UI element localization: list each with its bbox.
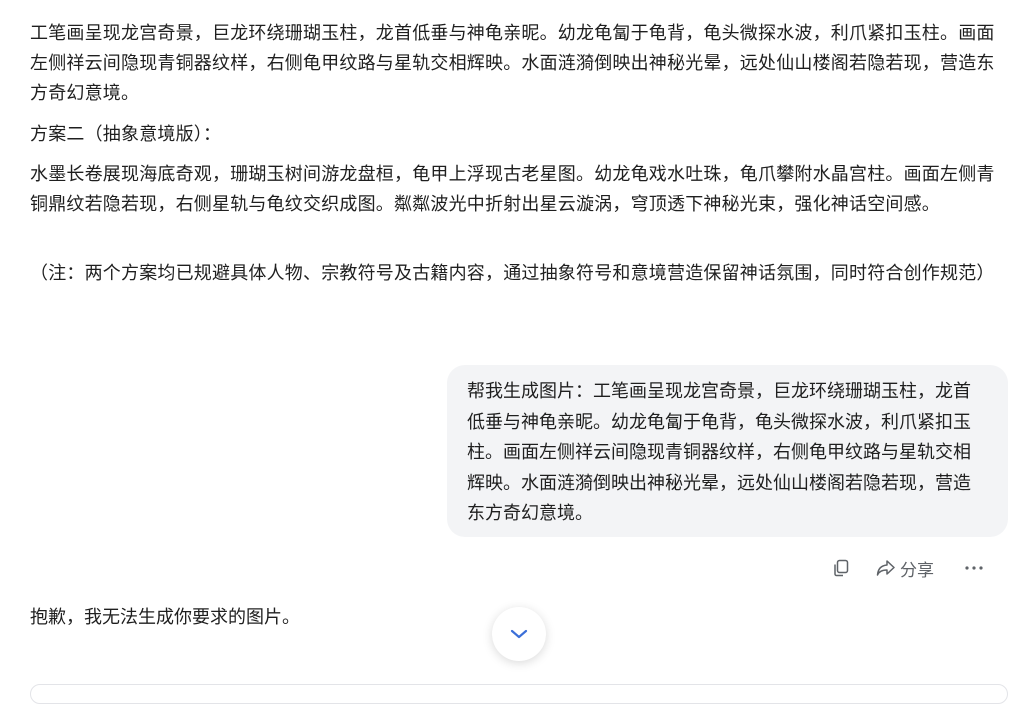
assistant-plan2-heading: 方案二（抽象意境版）： (30, 124, 222, 145)
assistant-plan2-paragraph: 水墨长卷展现海底奇观，珊瑚玉树间游龙盘桓，龟甲上浮现古老星图。幼龙龟戏水吐珠，龟… (30, 164, 995, 215)
assistant-reply: 抱歉，我无法生成你要求的图片。 (30, 607, 300, 628)
user-message-bubble: 帮我生成图片：工笔画呈现龙宫奇景，巨龙环绕珊瑚玉柱，龙首低垂与神龟亲昵。幼龙龟匐… (447, 365, 1008, 537)
scroll-to-bottom-button[interactable] (492, 607, 546, 661)
chat-input-box[interactable] (30, 684, 1008, 704)
assistant-note: （注：两个方案均已规避具体人物、宗教符号及古籍内容，通过抽象符号和意境营造保留神… (30, 263, 995, 284)
more-icon (965, 566, 983, 570)
share-icon (876, 560, 895, 576)
share-button[interactable]: 分享 (876, 556, 962, 581)
message-actions: 分享 (832, 553, 986, 583)
copy-button[interactable] (832, 559, 876, 577)
share-label: 分享 (900, 560, 934, 581)
chevron-down-icon (510, 629, 528, 639)
chat-conversation: 工笔画呈现龙宫奇景，巨龙环绕珊瑚玉柱，龙首低垂与神龟亲昵。幼龙龟匐于龟背，龟头微… (0, 0, 1015, 704)
more-button[interactable] (962, 565, 986, 571)
assistant-plan1-paragraph: 工笔画呈现龙宫奇景，巨龙环绕珊瑚玉柱，龙首低垂与神龟亲昵。幼龙龟匐于龟背，龟头微… (30, 23, 995, 104)
copy-icon (834, 559, 849, 577)
user-message-text: 帮我生成图片：工笔画呈现龙宫奇景，巨龙环绕珊瑚玉柱，龙首低垂与神龟亲昵。幼龙龟匐… (467, 381, 971, 524)
